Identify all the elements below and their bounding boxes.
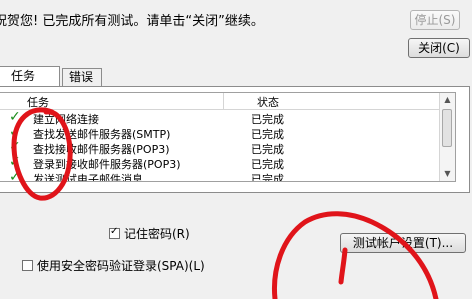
scroll-up-icon[interactable]: ▲	[440, 93, 455, 107]
spa-row[interactable]: 使用安全密码验证登录(SPA)(L)	[22, 257, 205, 274]
close-button[interactable]: 关闭(C)	[408, 38, 470, 58]
tasks-panel: 任务 状态 ✓ 建立网络连接 已完成 ✓ 查找发送邮件服务器(SMTP) 已完成…	[0, 86, 470, 193]
check-icon: ✓	[9, 139, 21, 155]
completion-message: 祝贺您! 已完成所有测试。请单击“关闭”继续。	[0, 14, 264, 29]
stop-button[interactable]: 停止(S)	[410, 10, 460, 30]
spa-checkbox[interactable]	[22, 260, 33, 271]
scroll-thumb[interactable]	[442, 109, 452, 147]
column-divider[interactable]	[223, 93, 224, 109]
header-status[interactable]: 状态	[257, 94, 279, 110]
header-task[interactable]: 任务	[27, 94, 49, 110]
check-icon: ✓	[9, 124, 21, 140]
table-row[interactable]: ✓ 查找发送邮件服务器(SMTP) 已完成	[0, 124, 455, 141]
account-settings-area: ✓ 记住密码(R) 测试帐户设置(T)... 使用安全密码验证登录(SPA)(L…	[0, 211, 472, 299]
spa-label: 使用安全密码验证登录(SPA)(L)	[37, 259, 205, 273]
check-icon: ✓	[9, 169, 21, 182]
task-name: 发送测试电子邮件消息	[33, 173, 143, 182]
table-row[interactable]: ✓ 建立网络连接 已完成	[0, 109, 455, 126]
table-row[interactable]: ✓ 发送测试电子邮件消息 已完成	[0, 169, 455, 182]
table-row[interactable]: ✓ 登录到接收邮件服务器(POP3) 已完成	[0, 154, 455, 171]
table-row[interactable]: ✓ 查找接收邮件服务器(POP3) 已完成	[0, 139, 455, 156]
tab-tasks[interactable]: 任务	[0, 66, 60, 86]
check-icon: ✓	[110, 226, 119, 237]
remember-password-row[interactable]: ✓ 记住密码(R)	[109, 225, 190, 242]
vertical-scrollbar[interactable]: ▲ ▼	[439, 93, 455, 181]
scroll-down-icon[interactable]: ▼	[440, 167, 455, 181]
task-list: 任务 状态 ✓ 建立网络连接 已完成 ✓ 查找发送邮件服务器(SMTP) 已完成…	[0, 92, 456, 182]
check-icon: ✓	[9, 154, 21, 170]
test-account-settings-button[interactable]: 测试帐户设置(T)...	[340, 233, 466, 253]
list-header: 任务 状态	[0, 93, 455, 110]
check-icon: ✓	[9, 109, 21, 125]
task-status: 已完成	[251, 173, 284, 182]
tab-errors[interactable]: 错误	[62, 68, 102, 86]
remember-password-label: 记住密码(R)	[124, 227, 190, 241]
test-account-dialog: 祝贺您! 已完成所有测试。请单击“关闭”继续。 停止(S) 关闭(C) 任务 错…	[0, 0, 472, 211]
remember-password-checkbox[interactable]: ✓	[109, 226, 120, 239]
